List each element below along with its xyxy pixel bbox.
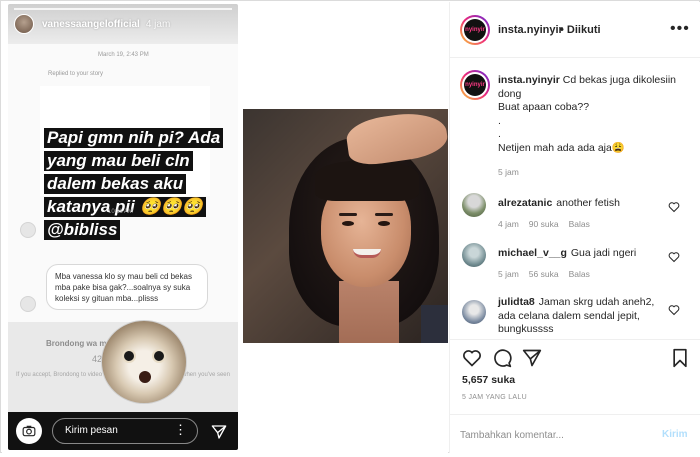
commenter-username[interactable]: alrezatanic [498, 197, 552, 209]
comment-likes[interactable]: 56 suka [529, 269, 559, 279]
post-comment-button[interactable]: Kirim [662, 429, 688, 440]
photo-eyebrow [375, 213, 393, 216]
cat-sticker [101, 320, 187, 404]
heart-icon[interactable] [668, 304, 680, 316]
share-icon[interactable] [522, 348, 542, 368]
chat-avatar [20, 222, 36, 238]
photo-eye [378, 221, 390, 226]
chat-avatar [20, 296, 36, 312]
avatar-text: nyinyir [465, 82, 485, 88]
paper-plane-icon[interactable] [211, 424, 227, 440]
reply-button[interactable]: Balas [569, 269, 590, 279]
selfie-photo [243, 109, 448, 343]
comment-meta: 4 jam 90 suka Balas [498, 219, 600, 229]
author-avatar[interactable]: nyinyir [460, 15, 490, 45]
post-media[interactable]: vanessaangelofficial 4 jam March 19, 2:43… [2, 2, 448, 453]
send-message-input[interactable]: Kirim pesan ⋮ [52, 418, 198, 444]
cat-mouth [139, 371, 151, 383]
story-username: vanessaangelofficial 4 jam [42, 19, 170, 30]
heart-icon[interactable] [462, 348, 482, 368]
comment-icon[interactable] [492, 348, 512, 368]
post-caption: insta.nyinyir Cd bekas juga dikolesiin d… [498, 74, 694, 155]
photo-eye [342, 221, 354, 226]
heart-icon[interactable] [668, 251, 680, 263]
caption-line: . [498, 114, 501, 127]
post-sidebar: nyinyir insta.nyinyir • Diikuti ••• nyin… [449, 2, 700, 453]
more-icon[interactable]: ••• [670, 20, 690, 38]
photo-clothing [421, 305, 448, 343]
comment-meta: 5 jam 56 suka Balas [498, 269, 600, 279]
chat-message: Mba vanessa klo sy mau beli cd bekas mba… [46, 264, 208, 310]
caption-time: 5 jam [498, 167, 519, 177]
photo-bangs [315, 161, 419, 201]
bookmark-icon[interactable] [670, 348, 690, 368]
caption-line: Netijen mah ada ada aja😩 [498, 141, 625, 154]
story-text-line: yang mau beli cln [44, 151, 193, 171]
follow-status[interactable]: • Diikuti [560, 24, 601, 36]
comment-input[interactable] [460, 425, 640, 445]
comment-item: julidta8 Jaman skrg udah aneh2, ada celan… [450, 296, 700, 339]
author-username[interactable]: insta.nyinyir [498, 24, 563, 36]
avatar-text: nyinyir [465, 27, 485, 33]
heart-icon[interactable] [668, 201, 680, 213]
comment-body: Gua jadi ngeri [570, 247, 637, 259]
comment-item: michael_v__g Gua jadi ngeri 5 jam 56 suka B… [450, 243, 700, 301]
instagram-post-window: vanessaangelofficial 4 jam March 19, 2:43… [0, 0, 700, 453]
add-comment-bar: Kirim [450, 414, 700, 454]
chat-timestamp: 10:11 AM [108, 209, 133, 215]
story-ago: 4 jam [145, 19, 171, 30]
comment-likes[interactable]: 90 suka [529, 219, 559, 229]
story-text-line: Papi gmn nih pi? Ada [44, 128, 224, 148]
story-username-text: vanessaangelofficial [42, 19, 140, 30]
camera-icon [22, 425, 36, 437]
caption-line: Buat apaan coba?? [498, 101, 590, 113]
commenter-avatar[interactable] [462, 300, 486, 324]
comment-body: another fetish [556, 197, 620, 209]
reply-button[interactable]: Balas [569, 219, 590, 229]
comment-text: julidta8 Jaman skrg udah aneh2, ada celan… [498, 296, 668, 337]
comment-time: 4 jam [498, 219, 519, 229]
send-message-placeholder: Kirim pesan [65, 425, 118, 436]
post-time: 5 JAM YANG LALU [462, 394, 527, 401]
photo-hand [344, 109, 448, 168]
post-header: nyinyir insta.nyinyir • Diikuti ••• [450, 2, 700, 58]
caption-line: . [498, 128, 501, 140]
cat-eye [122, 349, 136, 363]
commenter-username[interactable]: julidta8 [498, 296, 535, 308]
separator-dot: • [560, 24, 564, 36]
photo-eyebrow [339, 213, 357, 216]
commenter-avatar[interactable] [462, 193, 486, 217]
caption-avatar[interactable]: nyinyir [460, 70, 490, 100]
story-avatar [14, 14, 34, 34]
caption-username[interactable]: insta.nyinyir [498, 74, 560, 86]
photo-neck [339, 281, 399, 343]
commenter-avatar[interactable] [462, 243, 486, 267]
story-text-line: @bibliss [44, 220, 121, 240]
story-screenshot: vanessaangelofficial 4 jam March 19, 2:43… [8, 4, 238, 450]
comment-text: michael_v__g Gua jadi ngeri [498, 247, 668, 261]
cat-eye [152, 349, 166, 363]
story-progress-bar [14, 8, 232, 10]
follow-label: Diikuti [566, 24, 601, 36]
likes-count[interactable]: 5,657 suka [462, 374, 515, 386]
commenter-username[interactable]: michael_v__g [498, 247, 567, 259]
comment-time: 5 jam [498, 269, 519, 279]
story-text-line: dalem bekas aku [44, 174, 187, 194]
replied-label: Replied to your story [48, 71, 104, 77]
comments-list: nyinyir insta.nyinyir Cd bekas juga diko… [450, 59, 700, 339]
more-vertical-icon[interactable]: ⋮ [174, 423, 187, 436]
camera-button[interactable] [16, 418, 42, 444]
post-actions: 5,657 suka 5 JAM YANG LALU Kirim [450, 339, 700, 457]
chat-timestamp: March 19, 2:43 PM [98, 52, 149, 58]
comment-text: alrezatanic another fetish [498, 197, 668, 211]
